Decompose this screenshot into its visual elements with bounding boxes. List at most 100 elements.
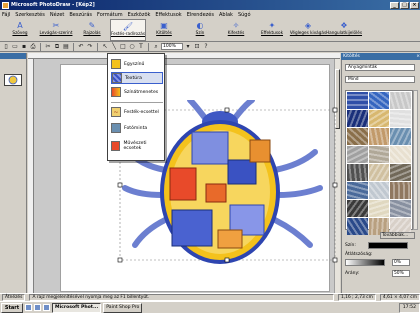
taskbar-item-photodraw[interactable]: Microsoft Phot... bbox=[52, 302, 102, 313]
close-icon[interactable]: × bbox=[416, 54, 420, 59]
copy-icon[interactable]: ⧉ bbox=[53, 43, 61, 51]
close-button[interactable]: × bbox=[410, 1, 419, 9]
quick-launch-icon[interactable] bbox=[25, 304, 32, 311]
texture-swatch[interactable] bbox=[347, 128, 368, 145]
tool-paint[interactable]: 🖌 Festés-radírozás bbox=[110, 19, 146, 41]
texture-swatch[interactable] bbox=[390, 146, 411, 163]
start-button[interactable]: Start bbox=[1, 302, 23, 313]
menu-effects[interactable]: Effektusok bbox=[155, 12, 181, 18]
texture-swatch[interactable] bbox=[390, 164, 411, 181]
menu-file[interactable]: Fájl bbox=[2, 12, 10, 18]
gallery-scrollbar[interactable] bbox=[413, 90, 418, 230]
text-tool-icon[interactable]: T bbox=[137, 43, 145, 51]
zoom-icon[interactable]: ⌕ bbox=[152, 43, 160, 51]
transparency-slider[interactable] bbox=[345, 259, 385, 266]
menu-item-texture[interactable]: Textúra bbox=[111, 72, 163, 84]
quick-launch-icon[interactable] bbox=[34, 304, 41, 311]
texture-swatch[interactable] bbox=[368, 110, 390, 127]
texture-swatch[interactable] bbox=[368, 128, 390, 145]
menu-help[interactable]: Súgó bbox=[238, 12, 251, 18]
texture-swatch[interactable] bbox=[347, 200, 368, 217]
zoom-select[interactable]: 100% bbox=[161, 43, 183, 50]
tool-fill[interactable]: ▣ Kitöltés bbox=[146, 19, 182, 41]
menu-item-art-brush[interactable]: Művészeti ecsetek bbox=[111, 140, 163, 152]
save-icon[interactable]: ▪ bbox=[20, 43, 28, 51]
subcategory-select[interactable]: Mind bbox=[345, 76, 415, 83]
ellipse-icon[interactable]: ○ bbox=[128, 43, 136, 51]
tool-designer[interactable]: ❖ Hangulatkijelölés bbox=[326, 19, 362, 41]
quick-launch-icon[interactable] bbox=[43, 304, 50, 311]
menu-tools[interactable]: Eszközök bbox=[128, 12, 151, 18]
tool-cutout[interactable]: ◈ Végleges kivágás bbox=[290, 19, 326, 41]
menu-item-brush[interactable]: ~ Festék-ecsettel bbox=[111, 106, 163, 118]
tool-crop[interactable]: ✂ Levágás-szerint bbox=[38, 19, 74, 41]
texture-swatch[interactable] bbox=[347, 164, 368, 181]
picture-thumbnail[interactable] bbox=[4, 74, 22, 86]
menu-window[interactable]: Ablak bbox=[219, 12, 233, 18]
tool-draw[interactable]: ✎ Rajzolás bbox=[74, 19, 110, 41]
color-picker[interactable] bbox=[368, 242, 408, 249]
tool-text[interactable]: A Szöveg bbox=[2, 19, 38, 41]
toolbar-separator bbox=[148, 42, 149, 51]
open-icon[interactable]: ▭ bbox=[11, 43, 19, 51]
texture-swatch[interactable] bbox=[368, 182, 390, 199]
tool-color[interactable]: ◐ Szín bbox=[182, 19, 218, 41]
texture-icon bbox=[112, 73, 122, 83]
fit-page-icon[interactable]: ⊡ bbox=[193, 43, 201, 51]
texture-swatch[interactable] bbox=[390, 200, 411, 217]
pointer-icon[interactable]: ↖ bbox=[101, 43, 109, 51]
menu-item-solid[interactable]: Egyszínű bbox=[111, 58, 163, 70]
texture-swatch[interactable] bbox=[347, 146, 368, 163]
status-tab[interactable]: Átnézés bbox=[2, 294, 26, 301]
texture-swatch[interactable] bbox=[347, 110, 368, 127]
fill-type-menu: Egyszínű Textúra Színátmenetes ~ Festék-… bbox=[107, 53, 165, 161]
help-icon[interactable]: ? bbox=[202, 43, 210, 51]
texture-swatch[interactable] bbox=[368, 146, 390, 163]
chevron-down-icon[interactable]: ▾ bbox=[184, 43, 192, 51]
texture-swatch[interactable] bbox=[390, 110, 411, 127]
horizontal-ruler bbox=[28, 53, 340, 59]
rectangle-icon[interactable]: □ bbox=[119, 43, 127, 51]
width-value[interactable]: 50% bbox=[392, 270, 410, 277]
more-textures-button[interactable]: Továbbiak... bbox=[380, 232, 415, 239]
menu-item-gradient[interactable]: Színátmenetes bbox=[111, 86, 163, 98]
designer-icon: ❖ bbox=[340, 21, 348, 30]
cut-icon[interactable]: ✂ bbox=[44, 43, 52, 51]
maximize-button[interactable]: □ bbox=[400, 1, 409, 9]
texture-swatch[interactable] bbox=[368, 200, 390, 217]
menu-view[interactable]: Nézet bbox=[50, 12, 64, 18]
tool-touchup[interactable]: ✧ Kifestés bbox=[218, 19, 254, 41]
menu-insert[interactable]: Beszúrás bbox=[69, 12, 92, 18]
texture-swatch[interactable] bbox=[347, 182, 368, 199]
brush-icon: ~ bbox=[111, 107, 121, 117]
texture-swatch[interactable] bbox=[390, 92, 411, 109]
texture-swatch[interactable] bbox=[368, 164, 390, 181]
redo-icon[interactable]: ↷ bbox=[86, 43, 94, 51]
minimize-button[interactable]: _ bbox=[390, 1, 399, 9]
new-icon[interactable]: ▯ bbox=[2, 43, 10, 51]
cutout-icon: ◈ bbox=[304, 21, 312, 30]
texture-swatch[interactable] bbox=[347, 92, 368, 109]
texture-swatch[interactable] bbox=[368, 92, 390, 109]
tool-effects[interactable]: ✦ Effektusok bbox=[254, 19, 290, 41]
menu-format[interactable]: Formátum bbox=[97, 12, 123, 18]
transparency-value[interactable]: 0% bbox=[392, 259, 410, 266]
taskbar-item-paintshop[interactable]: Paint Shop Pro bbox=[103, 302, 143, 313]
paste-icon[interactable]: ▤ bbox=[62, 43, 70, 51]
width-label: Arány: bbox=[345, 271, 360, 276]
menu-edit[interactable]: Szerkesztés bbox=[15, 12, 45, 18]
line-icon[interactable]: ╲ bbox=[110, 43, 118, 51]
undo-icon[interactable]: ↶ bbox=[77, 43, 85, 51]
solid-fill-icon bbox=[111, 59, 121, 69]
category-select[interactable]: Anyagminták bbox=[345, 64, 415, 71]
workpane-header: Kitöltés × bbox=[341, 53, 420, 60]
menu-arrange[interactable]: Elrendezés bbox=[187, 12, 214, 18]
color-icon: ◐ bbox=[196, 21, 204, 30]
texture-swatch[interactable] bbox=[347, 218, 368, 235]
status-bar: Átnézés A rajz megjelenítésével nyomja m… bbox=[0, 293, 420, 301]
menu-item-photo[interactable]: Fotóminta bbox=[111, 122, 163, 134]
texture-swatch[interactable] bbox=[390, 182, 411, 199]
print-icon[interactable]: ⎙ bbox=[29, 43, 37, 51]
texture-swatch[interactable] bbox=[390, 128, 411, 145]
text-icon: A bbox=[17, 21, 23, 30]
